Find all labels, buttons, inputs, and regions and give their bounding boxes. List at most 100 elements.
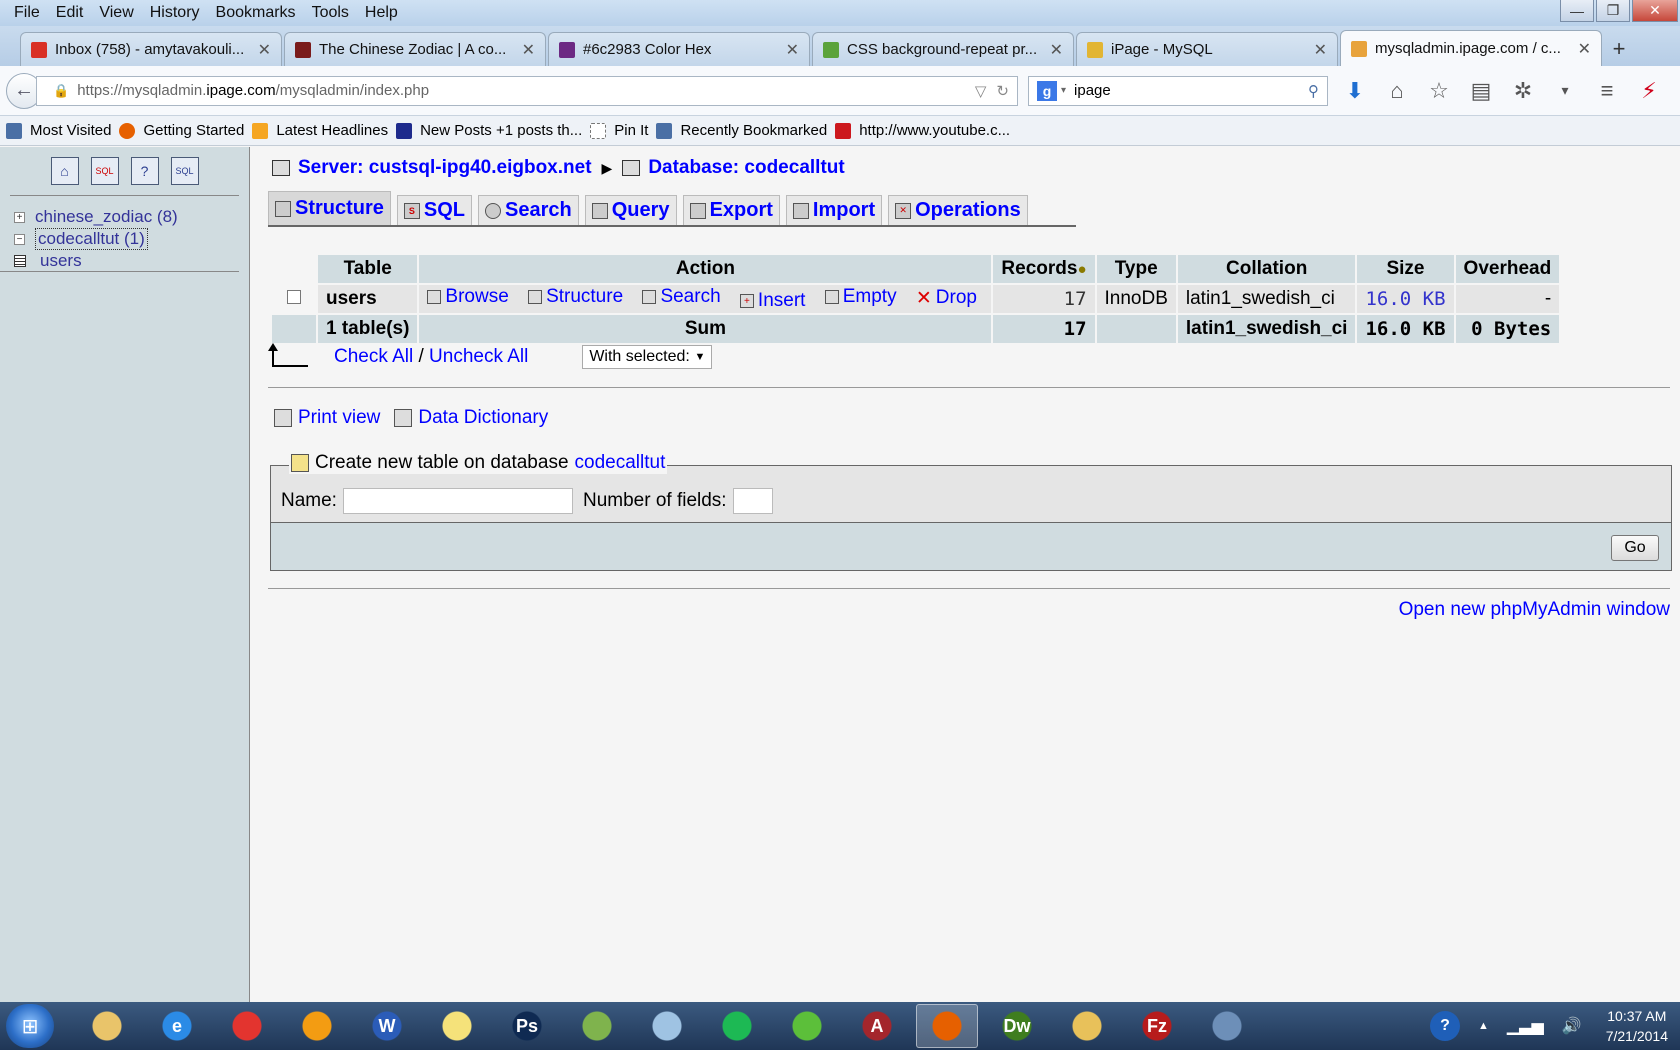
addon-icon[interactable]: ⚡ <box>1628 78 1670 104</box>
tab-query[interactable]: Query <box>584 195 677 225</box>
tab-operations[interactable]: ✕ Operations <box>888 195 1028 225</box>
bookmark-new-posts[interactable]: New Posts +1 posts th... <box>396 122 582 139</box>
tab-search[interactable]: Search <box>478 195 579 225</box>
insert-link[interactable]: + Insert <box>739 290 805 312</box>
collapse-icon[interactable]: − <box>14 233 25 245</box>
search-link[interactable]: Search <box>642 286 721 308</box>
search-icon[interactable]: ⚲ <box>1308 82 1319 100</box>
table-name[interactable]: users <box>40 251 82 271</box>
database-name[interactable]: chinese_zodiac (8) <box>35 207 178 227</box>
dreamweaver-icon[interactable]: Dw <box>986 1004 1048 1048</box>
with-selected-select[interactable]: With selected: ▼ <box>582 345 713 369</box>
tab-structure[interactable]: Structure <box>268 191 391 225</box>
tab-import[interactable]: Import <box>785 195 883 225</box>
bookmark-recently-bookmarked[interactable]: Recently Bookmarked <box>656 122 827 139</box>
database-item-codecalltut[interactable]: − codecalltut (1) <box>0 228 249 250</box>
data-dictionary-link[interactable]: Data Dictionary <box>394 407 548 429</box>
help-icon[interactable]: ? <box>1429 1011 1460 1041</box>
notepad-icon[interactable] <box>636 1004 698 1048</box>
minimize-icon[interactable]: — <box>1560 0 1594 22</box>
tab-sql[interactable]: S SQL <box>396 195 473 225</box>
search-input[interactable]: ipage <box>1074 82 1308 99</box>
restore-icon[interactable]: ❐ <box>1596 0 1630 22</box>
folder-icon[interactable] <box>1056 1004 1118 1048</box>
database-item-chinese-zodiac[interactable]: + chinese_zodiac (8) <box>0 206 249 228</box>
breadcrumb-server[interactable]: Server: custsql-ipg40.eigbox.net <box>298 157 592 179</box>
menu-tools[interactable]: Tools <box>304 4 357 22</box>
hamburger-menu-icon[interactable]: ≡ <box>1586 78 1628 104</box>
menu-help[interactable]: Help <box>357 4 406 22</box>
bookmark-pin-it[interactable]: Pin It <box>590 122 648 139</box>
address-bar[interactable]: 🔒 https://mysqladmin.ipage.com/mysqladmi… <box>36 75 1018 106</box>
sql-query-icon[interactable]: SQL <box>170 157 199 185</box>
table-item-users[interactable]: users <box>0 250 239 272</box>
spotify-icon[interactable] <box>706 1004 768 1048</box>
close-tab-icon[interactable]: ✕ <box>1314 40 1327 60</box>
dropdown-arrow-icon[interactable]: ▽ <box>975 82 987 100</box>
print-view-link[interactable]: Print view <box>274 407 380 429</box>
download-icon[interactable]: ⬇ <box>1334 78 1376 104</box>
search-bar[interactable]: g ▾ ipage ⚲ <box>1028 75 1328 106</box>
bookmark-youtube[interactable]: http://www.youtube.c... <box>835 122 1010 139</box>
structure-link[interactable]: Structure <box>528 286 623 308</box>
game-icon[interactable] <box>776 1004 838 1048</box>
bookmark-getting-started[interactable]: Getting Started <box>119 122 244 139</box>
close-tab-icon[interactable]: ✕ <box>1050 40 1063 60</box>
word-icon[interactable]: W <box>356 1004 418 1048</box>
clock[interactable]: 10:37 AM 7/21/2014 <box>1606 1006 1668 1046</box>
row-checkbox[interactable] <box>287 290 301 304</box>
create-table-database-link[interactable]: codecalltut <box>575 452 666 474</box>
go-button[interactable]: Go <box>1611 535 1659 561</box>
tab-export[interactable]: Export <box>682 195 780 225</box>
signal-icon[interactable]: ▁▃▅ <box>1507 1016 1544 1036</box>
close-tab-icon[interactable]: ✕ <box>1578 39 1591 59</box>
windows-start-icon[interactable]: ⊞ <box>6 1004 54 1048</box>
browser-tab-color-hex[interactable]: #6c2983 Color Hex ✕ <box>548 32 810 66</box>
google-icon[interactable]: g <box>1037 80 1057 101</box>
close-tab-icon[interactable]: ✕ <box>786 40 799 60</box>
browser-tab-zodiac[interactable]: The Chinese Zodiac | A co... ✕ <box>284 32 546 66</box>
notepad-plus-icon[interactable] <box>566 1004 628 1048</box>
speaker-icon[interactable]: 🔊 <box>1562 1016 1582 1036</box>
menu-file[interactable]: File <box>6 4 48 22</box>
window-icon[interactable] <box>1196 1004 1258 1048</box>
clipboard-icon[interactable]: ▤ <box>1460 78 1502 104</box>
empty-link[interactable]: Empty <box>824 286 897 308</box>
sticky-notes-icon[interactable] <box>426 1004 488 1048</box>
close-tab-icon[interactable]: ✕ <box>258 40 271 60</box>
uncheck-all-link[interactable]: Uncheck All <box>429 346 528 368</box>
browser-tab-gmail[interactable]: Inbox (758) - amytavakouli... ✕ <box>20 32 282 66</box>
browser-tab-css[interactable]: CSS background-repeat pr... ✕ <box>812 32 1074 66</box>
menu-history[interactable]: History <box>142 4 208 22</box>
chevron-down-icon[interactable]: ▾ <box>1544 82 1586 99</box>
drop-link[interactable]: ✕ Drop <box>916 287 977 310</box>
check-all-link[interactable]: Check All <box>334 346 413 368</box>
table-name-input[interactable] <box>342 488 573 514</box>
expand-icon[interactable]: + <box>14 211 25 223</box>
bug-icon[interactable]: ✲ <box>1502 78 1544 104</box>
menu-edit[interactable]: Edit <box>48 4 92 22</box>
table-icon[interactable] <box>14 254 26 267</box>
chrome-icon[interactable] <box>216 1004 278 1048</box>
help-icon[interactable]: ? <box>130 157 159 185</box>
chevron-up-icon[interactable]: ▲ <box>1478 1020 1489 1032</box>
menu-view[interactable]: View <box>91 4 141 22</box>
number-of-fields-input[interactable] <box>732 488 773 514</box>
reload-icon[interactable]: ↻ <box>996 82 1009 100</box>
menu-bookmarks[interactable]: Bookmarks <box>208 4 304 22</box>
media-player-icon[interactable] <box>286 1004 348 1048</box>
close-tab-icon[interactable]: ✕ <box>522 40 535 60</box>
bookmark-most-visited[interactable]: Most Visited <box>6 122 111 139</box>
bookmark-latest-headlines[interactable]: Latest Headlines <box>252 122 388 139</box>
photoshop-icon[interactable]: Ps <box>496 1004 558 1048</box>
firefox-icon[interactable] <box>916 1004 978 1048</box>
size-cell[interactable]: 16.0 KB <box>1357 285 1454 313</box>
database-name[interactable]: codecalltut (1) <box>35 228 148 250</box>
new-tab-icon[interactable]: + <box>1604 32 1634 66</box>
home-icon[interactable]: ⌂ <box>1376 78 1418 104</box>
sql-window-icon[interactable]: SQL <box>90 157 119 185</box>
close-window-icon[interactable]: ✕ <box>1632 0 1678 22</box>
breadcrumb-database[interactable]: Database: codecalltut <box>648 157 844 179</box>
open-new-window-link[interactable]: Open new phpMyAdmin window <box>1399 599 1670 621</box>
home-icon[interactable]: ⌂ <box>50 157 79 185</box>
